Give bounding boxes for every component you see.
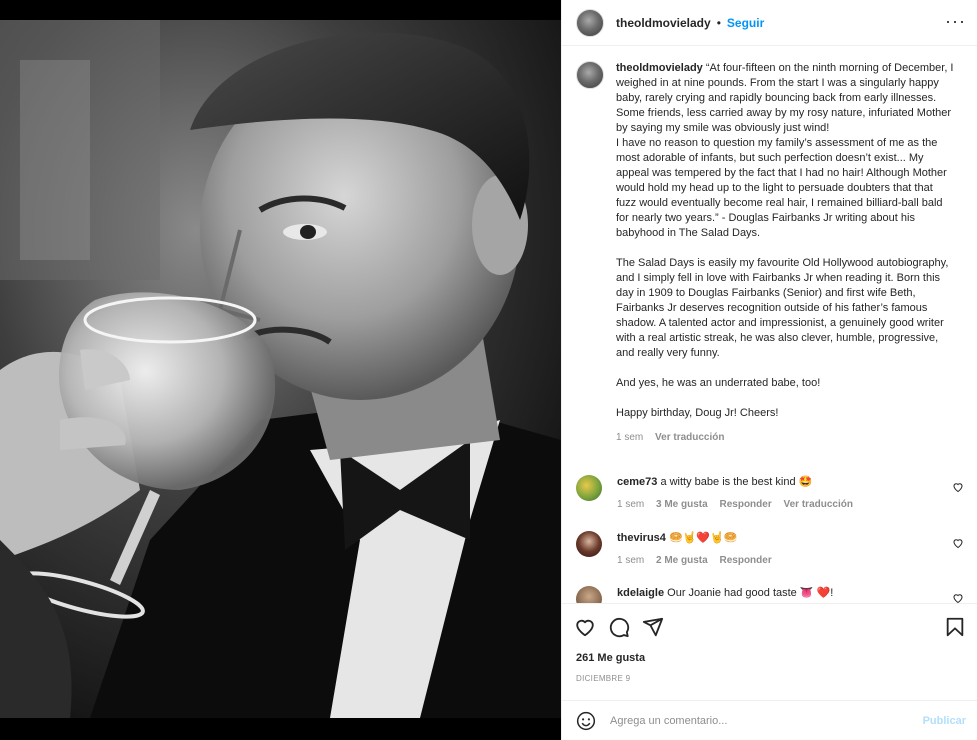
comments-list[interactable]: theoldmovielady “At four-fifteen on the … <box>562 47 977 603</box>
comment-translate-link[interactable]: Ver traducción <box>784 499 853 510</box>
comment-item: ceme73 a witty babe is the best kind 🤩 1… <box>576 475 968 512</box>
post-caption: theoldmovielady “At four-fifteen on the … <box>576 61 968 445</box>
caption-avatar[interactable] <box>576 61 604 89</box>
comment-text: Our Joanie had good taste 👅 ❤️! <box>667 587 834 599</box>
caption-paragraph-2: I have no reason to question my family’s… <box>616 137 947 239</box>
photo-letterbox-bottom <box>0 718 561 740</box>
caption-time[interactable]: 1 sem <box>616 432 643 443</box>
post-date[interactable]: DICIEMBRE 9 <box>576 674 630 683</box>
comment-text: 🥯🤘❤️🤘🥯 <box>668 532 738 544</box>
reply-button[interactable]: Responder <box>719 499 771 510</box>
caption-translate-link[interactable]: Ver traducción <box>655 432 724 443</box>
comment-avatar[interactable] <box>576 531 602 557</box>
author-avatar[interactable] <box>576 8 604 37</box>
caption-meta: 1 sem Ver traducción <box>616 430 954 445</box>
caption-body: theoldmovielady “At four-fifteen on the … <box>616 61 954 445</box>
caption-paragraph-3: The Salad Days is easily my favourite Ol… <box>616 257 949 359</box>
heart-icon[interactable] <box>952 592 964 603</box>
share-icon[interactable] <box>642 616 664 638</box>
caption-paragraph-4: And yes, he was an underrated babe, too! <box>616 377 821 389</box>
emoji-icon[interactable] <box>576 711 596 731</box>
comment-body: thevirus4 🥯🤘❤️🤘🥯 1 sem 2 Me gusta Respon… <box>617 531 937 568</box>
header-separator: • <box>716 15 721 30</box>
author-username[interactable]: theoldmovielady <box>616 16 711 30</box>
comment-avatar[interactable] <box>576 586 602 603</box>
portrait-image <box>0 20 561 718</box>
comment-meta: 1 sem 3 Me gusta Responder Ver traducció… <box>617 497 937 512</box>
comment-username[interactable]: ceme73 <box>617 476 657 488</box>
caption-paragraph-5: Happy birthday, Doug Jr! Cheers! <box>616 407 779 419</box>
post-photo[interactable] <box>0 0 561 740</box>
action-buttons <box>574 616 664 638</box>
comment-time[interactable]: 1 sem <box>617 555 644 566</box>
heart-icon[interactable] <box>952 537 964 549</box>
comment-item: kdelaigle Our Joanie had good taste 👅 ❤️… <box>576 586 968 603</box>
comment-username[interactable]: kdelaigle <box>617 587 664 599</box>
reply-button[interactable]: Responder <box>719 555 771 566</box>
comment-avatar[interactable] <box>576 475 602 501</box>
follow-button[interactable]: Seguir <box>727 16 764 30</box>
post-sidebar: theoldmovielady • Seguir ··· theoldmovie… <box>561 0 977 740</box>
comment-body: ceme73 a witty babe is the best kind 🤩 1… <box>617 475 937 512</box>
post-actions: 261 Me gusta DICIEMBRE 9 Publicar <box>562 603 977 740</box>
comment-input[interactable] <box>610 715 910 727</box>
photo-letterbox-top <box>0 0 561 20</box>
publish-button[interactable]: Publicar <box>923 715 966 727</box>
heart-icon[interactable] <box>574 616 596 638</box>
post-header: theoldmovielady • Seguir ··· <box>562 0 977 46</box>
add-comment-bar: Publicar <box>562 700 977 740</box>
comment-body: kdelaigle Our Joanie had good taste 👅 ❤️… <box>617 586 937 603</box>
comment-likes[interactable]: 3 Me gusta <box>656 499 708 510</box>
comment-text: a witty babe is the best kind 🤩 <box>660 476 813 488</box>
heart-icon[interactable] <box>952 481 964 493</box>
more-icon[interactable]: ··· <box>945 12 966 30</box>
comment-likes[interactable]: 2 Me gusta <box>656 555 708 566</box>
comment-item: thevirus4 🥯🤘❤️🤘🥯 1 sem 2 Me gusta Respon… <box>576 531 968 568</box>
comment-icon[interactable] <box>608 616 630 638</box>
caption-username[interactable]: theoldmovielady <box>616 62 703 74</box>
save-icon[interactable] <box>944 616 966 638</box>
likes-count[interactable]: 261 Me gusta <box>576 652 645 664</box>
instagram-post-viewer: theoldmovielady • Seguir ··· theoldmovie… <box>0 0 977 740</box>
comment-time[interactable]: 1 sem <box>617 499 644 510</box>
comment-username[interactable]: thevirus4 <box>617 532 666 544</box>
comment-meta: 1 sem 2 Me gusta Responder <box>617 553 937 568</box>
